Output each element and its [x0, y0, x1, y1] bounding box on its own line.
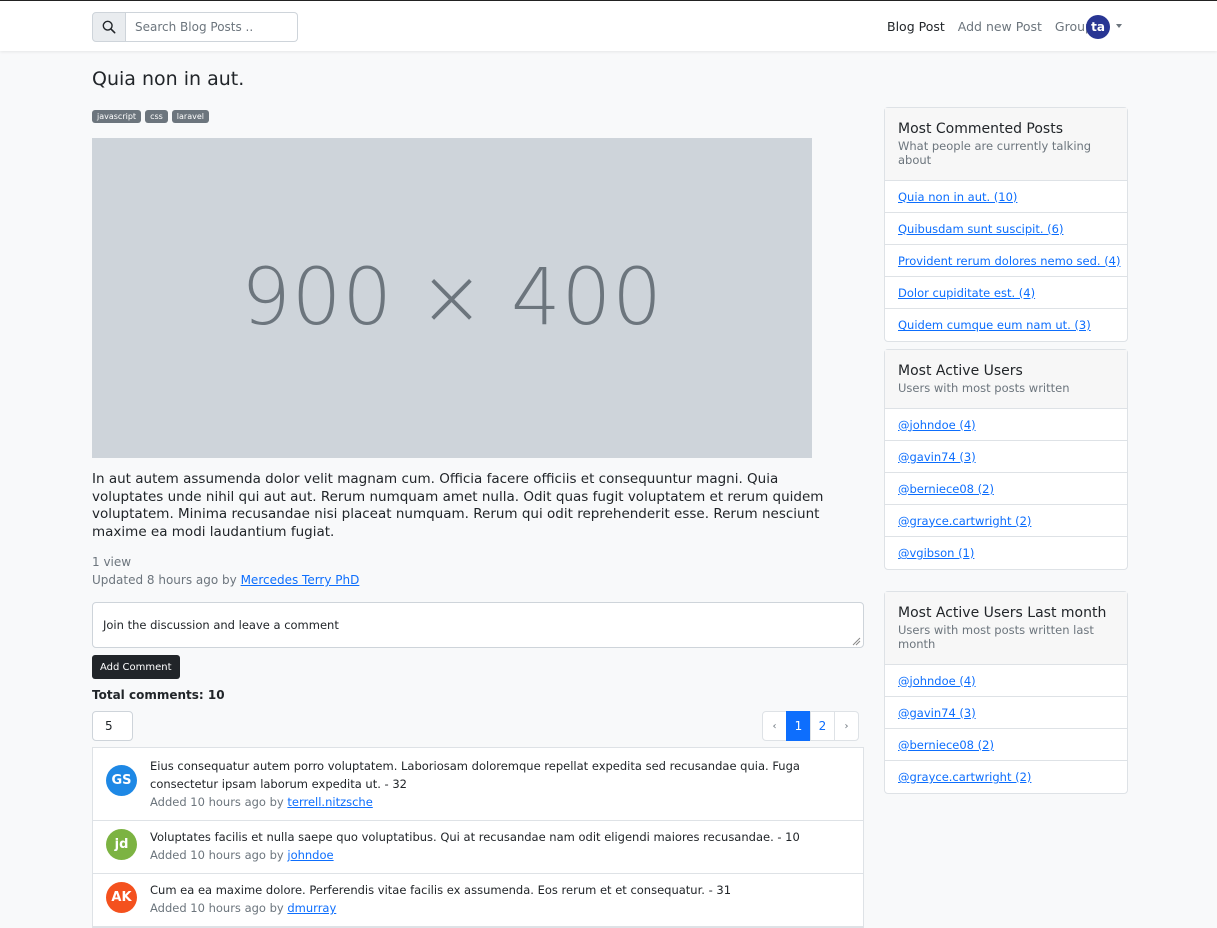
tag-badge[interactable]: javascript [92, 110, 142, 123]
list-item: @berniece08 (2) [885, 473, 1127, 505]
list-item: @johndoe (4) [885, 665, 1127, 697]
nav-links: Blog Post Add new Post Groups [887, 19, 1112, 34]
add-comment-button[interactable]: Add Comment [92, 655, 180, 679]
user-link[interactable]: @gavin74 (3) [898, 706, 976, 720]
post-image-placeholder: 900 × 400 [92, 138, 812, 458]
comment-meta-prefix: Added 10 hours ago by [150, 848, 284, 862]
comment-text: Cum ea ea maxime dolore. Perferendis vit… [150, 883, 732, 897]
comment-meta-prefix: Added 10 hours ago by [150, 795, 284, 809]
user-link[interactable]: @berniece08 (2) [898, 482, 994, 496]
per-page-value: 5 [105, 719, 113, 733]
post-updated: Updated 8 hours ago by Mercedes Terry Ph… [92, 573, 359, 587]
post-link[interactable]: Quia non in aut. (10) [898, 190, 1017, 204]
card-header: Most Commented Posts What people are cur… [885, 108, 1127, 181]
total-comments-label: Total comments: [92, 688, 204, 702]
list-item: @grayce.cartwright (2) [885, 761, 1127, 793]
list-item: Quia non in aut. (10) [885, 181, 1127, 213]
card-header: Most Active Users Users with most posts … [885, 350, 1127, 409]
list-item: Quibusdam sunt suscipit. (6) [885, 213, 1127, 245]
comment-text: Voluptates facilis et nulla saepe quo vo… [150, 830, 800, 844]
top-navbar: Blog Post Add new Post Groups ta [0, 0, 1217, 51]
user-avatar[interactable]: ta [1086, 15, 1110, 39]
list-item: @berniece08 (2) [885, 729, 1127, 761]
comment-avatar: jd [106, 829, 137, 860]
user-link[interactable]: @vgibson (1) [898, 546, 974, 560]
tag-badge[interactable]: laravel [171, 110, 209, 123]
pagination-page-1[interactable]: 1 [786, 711, 811, 741]
user-menu-caret-icon[interactable] [1116, 24, 1122, 28]
pagination-page-2[interactable]: 2 [810, 711, 835, 741]
comment-meta: Added 10 hours ago by terrell.nitzsche [150, 793, 850, 811]
comment-text: Eius consequatur autem porro voluptatem.… [150, 759, 800, 791]
comment-meta-prefix: Added 10 hours ago by [150, 901, 284, 915]
list-item: @johndoe (4) [885, 409, 1127, 441]
comment-content: Eius consequatur autem porro voluptatem.… [150, 757, 850, 811]
user-link[interactable]: @johndoe (4) [898, 674, 976, 688]
comment-textarea[interactable] [92, 602, 864, 648]
post-tags: javascript css laravel [92, 110, 209, 123]
author-link[interactable]: Mercedes Terry PhD [241, 573, 360, 587]
post-title: Quia non in aut. [92, 68, 245, 90]
post-body: In aut autem assumenda dolor velit magna… [92, 471, 824, 540]
comment-meta: Added 10 hours ago by johndoe [150, 846, 800, 864]
tag-badge[interactable]: css [145, 110, 168, 123]
post-link[interactable]: Quibusdam sunt suscipit. (6) [898, 222, 1063, 236]
resize-grip-icon[interactable] [852, 637, 861, 646]
comment-item: jd Voluptates facilis et nulla saepe quo… [93, 821, 863, 874]
card-subtitle: What people are currently talking about [898, 139, 1092, 167]
comment-item: AK Cum ea ea maxime dolore. Perferendis … [93, 874, 863, 927]
comment-content: Cum ea ea maxime dolore. Perferendis vit… [150, 881, 731, 917]
comment-content: Voluptates facilis et nulla saepe quo vo… [150, 828, 800, 864]
comment-user-link[interactable]: johndoe [287, 848, 333, 862]
nav-add-new-post[interactable]: Add new Post [958, 19, 1042, 34]
comments-list: GS Eius consequatur autem porro voluptat… [92, 747, 864, 928]
post-link[interactable]: Dolor cupiditate est. (4) [898, 286, 1035, 300]
updated-prefix: Updated 8 hours ago by [92, 573, 237, 587]
comment-meta: Added 10 hours ago by dmurray [150, 899, 731, 917]
list-item: @grayce.cartwright (2) [885, 505, 1127, 537]
comment-avatar: AK [106, 882, 137, 913]
user-link[interactable]: @gavin74 (3) [898, 450, 976, 464]
list-item: @vgibson (1) [885, 537, 1127, 569]
list-item: Quidem cumque eum nam ut. (3) [885, 309, 1127, 341]
card-title: Most Active Users [898, 363, 1023, 379]
comment-user-link[interactable]: terrell.nitzsche [287, 795, 372, 809]
search-icon [102, 20, 116, 34]
list-item: Provident rerum dolores nemo sed. (4) [885, 245, 1127, 277]
nav-blog-post[interactable]: Blog Post [887, 19, 945, 34]
image-placeholder-text: 900 × 400 [241, 253, 663, 343]
most-commented-card: Most Commented Posts What people are cur… [884, 107, 1128, 342]
card-header: Most Active Users Last month Users with … [885, 592, 1127, 665]
total-comments-value: 10 [207, 688, 225, 702]
post-link[interactable]: Quidem cumque eum nam ut. (3) [898, 318, 1091, 332]
per-page-select[interactable]: 5 [92, 711, 133, 741]
list-item: Dolor cupiditate est. (4) [885, 277, 1127, 309]
total-comments: Total comments: 10 [92, 688, 225, 702]
user-link[interactable]: @grayce.cartwright (2) [898, 770, 1031, 784]
comment-user-link[interactable]: dmurray [287, 901, 336, 915]
most-active-users-card: Most Active Users Users with most posts … [884, 349, 1128, 570]
user-link[interactable]: @johndoe (4) [898, 418, 976, 432]
comment-item: GS Eius consequatur autem porro voluptat… [93, 748, 863, 821]
card-title: Most Active Users Last month [898, 605, 1107, 621]
pagination-next[interactable]: › [834, 711, 859, 741]
pagination: ‹ 1 2 › [762, 711, 859, 741]
card-subtitle: Users with most posts written [898, 381, 1070, 395]
post-link[interactable]: Provident rerum dolores nemo sed. (4) [898, 254, 1121, 268]
search-group [92, 12, 298, 42]
most-active-last-month-card: Most Active Users Last month Users with … [884, 591, 1128, 794]
search-input[interactable] [126, 12, 298, 42]
list-item: @gavin74 (3) [885, 697, 1127, 729]
user-link[interactable]: @berniece08 (2) [898, 738, 994, 752]
pagination-prev[interactable]: ‹ [762, 711, 787, 741]
search-button[interactable] [92, 12, 126, 42]
user-link[interactable]: @grayce.cartwright (2) [898, 514, 1031, 528]
post-views: 1 view [92, 555, 132, 569]
card-subtitle: Users with most posts written last month [898, 623, 1094, 651]
list-item: @gavin74 (3) [885, 441, 1127, 473]
comment-avatar: GS [106, 765, 137, 796]
card-title: Most Commented Posts [898, 121, 1064, 137]
